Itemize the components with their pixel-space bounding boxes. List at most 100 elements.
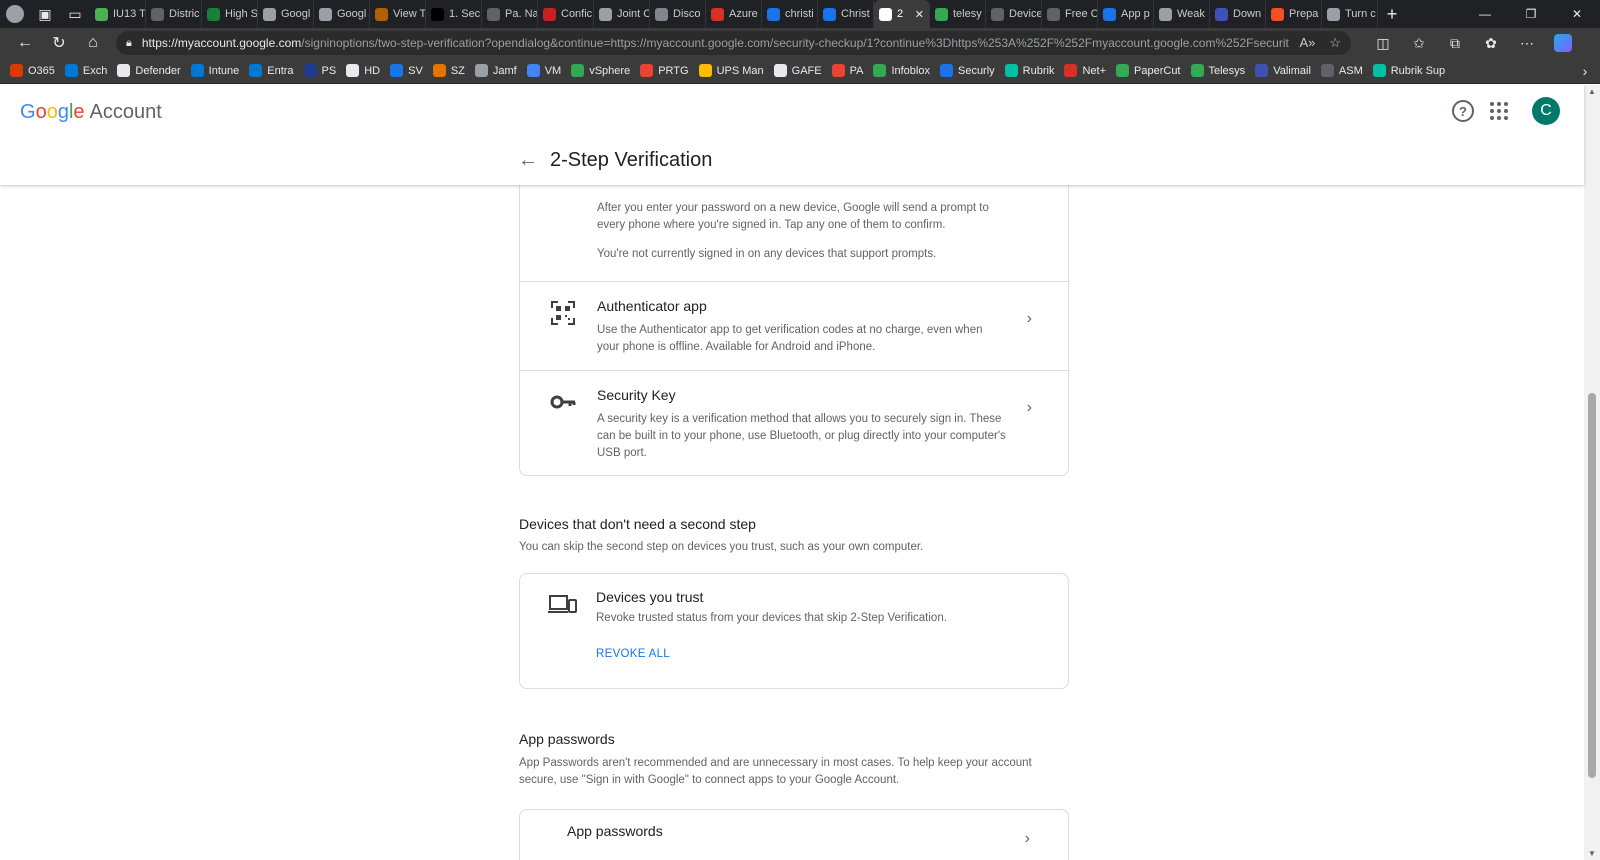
more-menu-icon[interactable]: ⋯ bbox=[1509, 30, 1545, 56]
browser-tab[interactable]: telesy bbox=[930, 0, 986, 28]
bookmark-item[interactable]: PRTG bbox=[640, 64, 689, 77]
bookmark-favicon-icon bbox=[346, 64, 360, 77]
bookmark-label: PA bbox=[849, 64, 864, 77]
bookmark-item[interactable]: GAFE bbox=[773, 64, 822, 77]
bookmark-item[interactable]: Intune bbox=[190, 64, 239, 77]
app-passwords-card[interactable]: App passwords › bbox=[519, 809, 1069, 860]
extensions-icon[interactable]: ✿ bbox=[1473, 30, 1509, 56]
browser-tab[interactable]: Disco bbox=[650, 0, 706, 28]
bookmark-label: vSphere bbox=[589, 64, 631, 77]
browser-tab[interactable]: Device bbox=[986, 0, 1042, 28]
page-scrollbar[interactable]: ▲ ▼ bbox=[1584, 85, 1600, 860]
bookmarks-overflow-icon[interactable]: › bbox=[1570, 63, 1600, 79]
bookmark-item[interactable]: SV bbox=[390, 64, 423, 77]
browser-tab[interactable]: App p bbox=[1098, 0, 1154, 28]
bookmark-item[interactable]: UPS Man bbox=[698, 64, 764, 77]
browser-tab[interactable]: Googl bbox=[314, 0, 370, 28]
browser-tab[interactable]: Confic bbox=[538, 0, 594, 28]
bookmark-item[interactable]: SZ bbox=[432, 64, 465, 77]
browser-tab[interactable]: Distric bbox=[146, 0, 202, 28]
browser-tab[interactable]: Weak bbox=[1154, 0, 1210, 28]
bookmark-item[interactable]: HD bbox=[346, 64, 380, 77]
bookmark-item[interactable]: Telesys bbox=[1190, 64, 1245, 77]
browser-tab[interactable]: Christ bbox=[818, 0, 874, 28]
close-tab-icon[interactable]: ✕ bbox=[915, 8, 924, 21]
browser-tab[interactable]: 1. Sec bbox=[426, 0, 482, 28]
tab-label: Googl bbox=[337, 8, 367, 20]
address-bar[interactable]: 🔒︎ https://myaccount.google.com/signinop… bbox=[116, 31, 1351, 55]
new-tab-button[interactable]: + bbox=[1378, 4, 1406, 25]
collections-icon[interactable]: ⧉ bbox=[1437, 30, 1473, 56]
lock-icon[interactable]: 🔒︎ bbox=[126, 37, 132, 50]
close-window-button[interactable]: ✕ bbox=[1554, 0, 1600, 28]
browser-tab[interactable]: Azure bbox=[706, 0, 762, 28]
bookmark-item[interactable]: vSphere bbox=[571, 64, 630, 77]
refresh-button[interactable]: ↻ bbox=[42, 30, 76, 56]
back-arrow-icon[interactable]: ← bbox=[518, 149, 538, 172]
scroll-up-icon[interactable]: ▲ bbox=[1587, 87, 1597, 96]
tab-label: Down bbox=[1233, 8, 1262, 20]
tab-label: Turn c bbox=[1345, 8, 1376, 20]
bookmark-item[interactable]: Defender bbox=[117, 64, 181, 77]
bookmark-item[interactable]: PS bbox=[303, 64, 337, 77]
help-icon[interactable]: ? bbox=[1452, 100, 1474, 122]
bookmark-item[interactable]: PaperCut bbox=[1116, 64, 1181, 77]
account-header: Google Account ? C ← 2-Step Verification bbox=[0, 85, 1584, 185]
tab-favicon-icon bbox=[431, 7, 444, 21]
bookmark-item[interactable]: O365 bbox=[10, 64, 55, 77]
key-icon bbox=[550, 395, 576, 409]
browser-tab[interactable]: IU13 T bbox=[90, 0, 146, 28]
browser-tab[interactable]: Free C bbox=[1042, 0, 1098, 28]
bookmark-item[interactable]: Net+ bbox=[1064, 64, 1106, 77]
bookmark-item[interactable]: Jamf bbox=[474, 64, 517, 77]
browser-tab[interactable]: 2 ✕ bbox=[874, 0, 930, 28]
bookmark-item[interactable]: Rubrik Sup bbox=[1372, 64, 1446, 77]
workspaces-icon[interactable]: ▣ bbox=[30, 0, 60, 28]
browser-tab[interactable]: High S bbox=[202, 0, 258, 28]
trusted-devices-card: Devices you trust Revoke trusted status … bbox=[519, 573, 1069, 689]
tab-actions-icon[interactable]: ▭ bbox=[60, 0, 90, 28]
browser-tab[interactable]: christi bbox=[762, 0, 818, 28]
authenticator-app-row[interactable]: Authenticator app Use the Authenticator … bbox=[520, 282, 1070, 371]
bookmark-item[interactable]: PA bbox=[831, 64, 864, 77]
bookmark-favicon-icon bbox=[939, 64, 953, 77]
browser-tab[interactable]: Pa. Na bbox=[482, 0, 538, 28]
bookmark-item[interactable]: Securly bbox=[939, 64, 995, 77]
back-button[interactable]: ← bbox=[8, 30, 42, 56]
browser-tab[interactable]: Down bbox=[1210, 0, 1266, 28]
copilot-icon[interactable] bbox=[1545, 30, 1581, 56]
favorites-icon[interactable]: ✩ bbox=[1401, 30, 1437, 56]
google-account-logo[interactable]: Google Account bbox=[20, 101, 162, 124]
split-screen-icon[interactable]: ◫ bbox=[1365, 30, 1401, 56]
bookmarks-bar: O365 Exch Defender Intune Entra PS HD SV SZ Jamf V… bbox=[0, 58, 1600, 84]
read-aloud-icon[interactable]: A» bbox=[1299, 35, 1315, 51]
bookmark-item[interactable]: ASM bbox=[1320, 64, 1363, 77]
bookmark-item[interactable]: Entra bbox=[249, 64, 294, 77]
browser-tab[interactable]: View T bbox=[370, 0, 426, 28]
browser-tab[interactable]: Joint C bbox=[594, 0, 650, 28]
google-apps-icon[interactable] bbox=[1488, 100, 1510, 122]
browser-tab[interactable]: Turn c bbox=[1322, 0, 1378, 28]
favorite-star-icon[interactable]: ☆ bbox=[1329, 35, 1341, 51]
security-key-row[interactable]: Security Key A security key is a verific… bbox=[520, 371, 1070, 476]
tab-label: Christ bbox=[841, 8, 870, 20]
browser-tab[interactable]: Googl bbox=[258, 0, 314, 28]
bookmark-item[interactable]: Exch bbox=[64, 64, 107, 77]
profile-avatar[interactable] bbox=[6, 5, 24, 23]
url-text[interactable]: https://myaccount.google.com/signinoptio… bbox=[142, 36, 1290, 50]
bookmark-label: Jamf bbox=[492, 64, 517, 77]
browser-tab[interactable]: Prepa bbox=[1266, 0, 1322, 28]
account-avatar[interactable]: C bbox=[1532, 97, 1560, 125]
bookmark-item[interactable]: VM bbox=[526, 64, 561, 77]
bookmark-item[interactable]: Rubrik bbox=[1004, 64, 1054, 77]
scrollbar-thumb[interactable] bbox=[1588, 393, 1596, 778]
scroll-down-icon[interactable]: ▼ bbox=[1587, 849, 1597, 858]
bookmark-label: PS bbox=[321, 64, 337, 77]
bookmark-item[interactable]: Valimail bbox=[1255, 64, 1311, 77]
minimize-button[interactable]: — bbox=[1462, 0, 1508, 28]
bookmark-item[interactable]: Infoblox bbox=[873, 64, 930, 77]
bookmark-label: Rubrik Sup bbox=[1390, 64, 1446, 77]
revoke-all-button[interactable]: REVOKE ALL bbox=[596, 648, 670, 660]
home-button[interactable]: ⌂ bbox=[76, 30, 110, 56]
restore-button[interactable]: ❐ bbox=[1508, 0, 1554, 28]
